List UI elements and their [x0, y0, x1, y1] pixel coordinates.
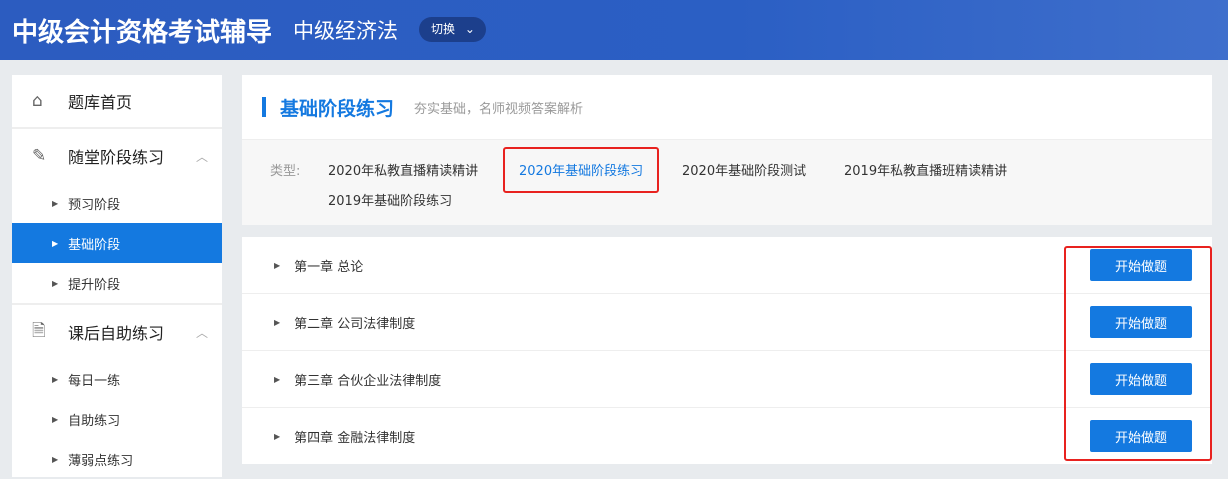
chapter-title: 第二章 公司法律制度 [294, 316, 416, 332]
caret-right-icon: ▶ [52, 278, 59, 288]
chapter-title: 第三章 合伙企业法律制度 [294, 373, 442, 389]
home-icon: ⌂ [32, 91, 43, 111]
section-desc: 夯实基础，名师视频答案解析 [414, 101, 584, 117]
caret-right-icon: ▶ [52, 414, 59, 424]
title-accent-bar [262, 97, 266, 117]
sidebar-group-self-practice[interactable]: 🗎 课后自助练习 ︿ [12, 305, 222, 359]
type-option[interactable]: 2020年私教直播精读精讲 [328, 160, 478, 179]
sidebar-item-advanced[interactable]: ▶ 提升阶段 [12, 263, 222, 303]
type-option[interactable]: 2019年私教直播班精读精讲 [844, 160, 1007, 179]
sidebar-group-label: 随堂阶段练习 [68, 148, 165, 167]
highlight-box [1064, 246, 1212, 461]
sidebar-group-in-class[interactable]: ✎ 随堂阶段练习 ︿ [12, 129, 222, 183]
caret-right-icon: ▶ [52, 374, 59, 384]
sidebar-item-label: 薄弱点练习 [68, 453, 134, 469]
switch-label: 切换 [431, 22, 456, 36]
subject-title: 中级经济法 [293, 19, 398, 43]
type-option[interactable]: 2020年基础阶段测试 [682, 160, 806, 179]
caret-right-icon: ▶ [274, 260, 281, 270]
chevron-up-icon: ︿ [195, 325, 208, 340]
sidebar-item-label: 预习阶段 [68, 197, 121, 213]
chevron-down-icon: ⌄ [464, 22, 475, 36]
sidebar-item-weak[interactable]: ▶ 薄弱点练习 [12, 439, 222, 479]
chapter-title: 第四章 金融法律制度 [294, 431, 416, 446]
sidebar-item-preview[interactable]: ▶ 预习阶段 [12, 183, 222, 223]
caret-right-icon: ▶ [52, 454, 59, 464]
sidebar-item-label: 基础阶段 [68, 237, 121, 253]
caret-right-icon: ▶ [274, 374, 281, 384]
sidebar-item-label: 每日一练 [68, 373, 121, 389]
top-banner: 中级会计资格考试辅导 中级经济法 切换 ⌄ [0, 0, 1228, 60]
section-title: 基础阶段练习 [280, 97, 395, 120]
caret-right-icon: ▶ [52, 238, 59, 248]
caret-right-icon: ▶ [52, 198, 59, 208]
type-option[interactable]: 2019年基础阶段练习 [328, 190, 452, 209]
sidebar-item-home[interactable]: ⌂ 题库首页 [12, 75, 222, 129]
sidebar-item-basic[interactable]: ▶ 基础阶段 [12, 223, 222, 263]
type-label: 类型: [270, 164, 301, 179]
type-option-selected[interactable]: 2020年基础阶段练习 [503, 147, 660, 193]
sidebar-item-label: 提升阶段 [68, 277, 121, 293]
sidebar-group-label: 课后自助练习 [68, 324, 165, 343]
brand-title: 中级会计资格考试辅导 [12, 18, 273, 48]
section-panel: 基础阶段练习 夯实基础，名师视频答案解析 类型: 2020年私教直播精读精讲 20… [242, 75, 1212, 225]
sidebar: ⌂ 题库首页 ✎ 随堂阶段练习 ︿ ▶ 预习阶段 ▶ 基础阶段 ▶ 提升阶段 🗎 课后自助练习… [12, 75, 222, 477]
switch-button[interactable]: 切换 ⌄ [419, 17, 486, 42]
caret-right-icon: ▶ [274, 432, 281, 441]
chevron-up-icon: ︿ [195, 149, 208, 164]
sidebar-item-label: 题库首页 [68, 93, 133, 112]
sidebar-item-label: 自助练习 [68, 413, 121, 429]
chapter-title: 第一章 总论 [294, 259, 364, 275]
document-icon: 🗎 [32, 320, 46, 341]
sidebar-item-daily[interactable]: ▶ 每日一练 [12, 359, 222, 399]
caret-right-icon: ▶ [274, 317, 281, 327]
pencil-icon: ✎ [32, 146, 47, 166]
type-filter: 类型: 2020年私教直播精读精讲 2020年基础阶段练习 2020年基础阶段测… [242, 140, 1212, 225]
sidebar-item-self[interactable]: ▶ 自助练习 [12, 399, 222, 439]
